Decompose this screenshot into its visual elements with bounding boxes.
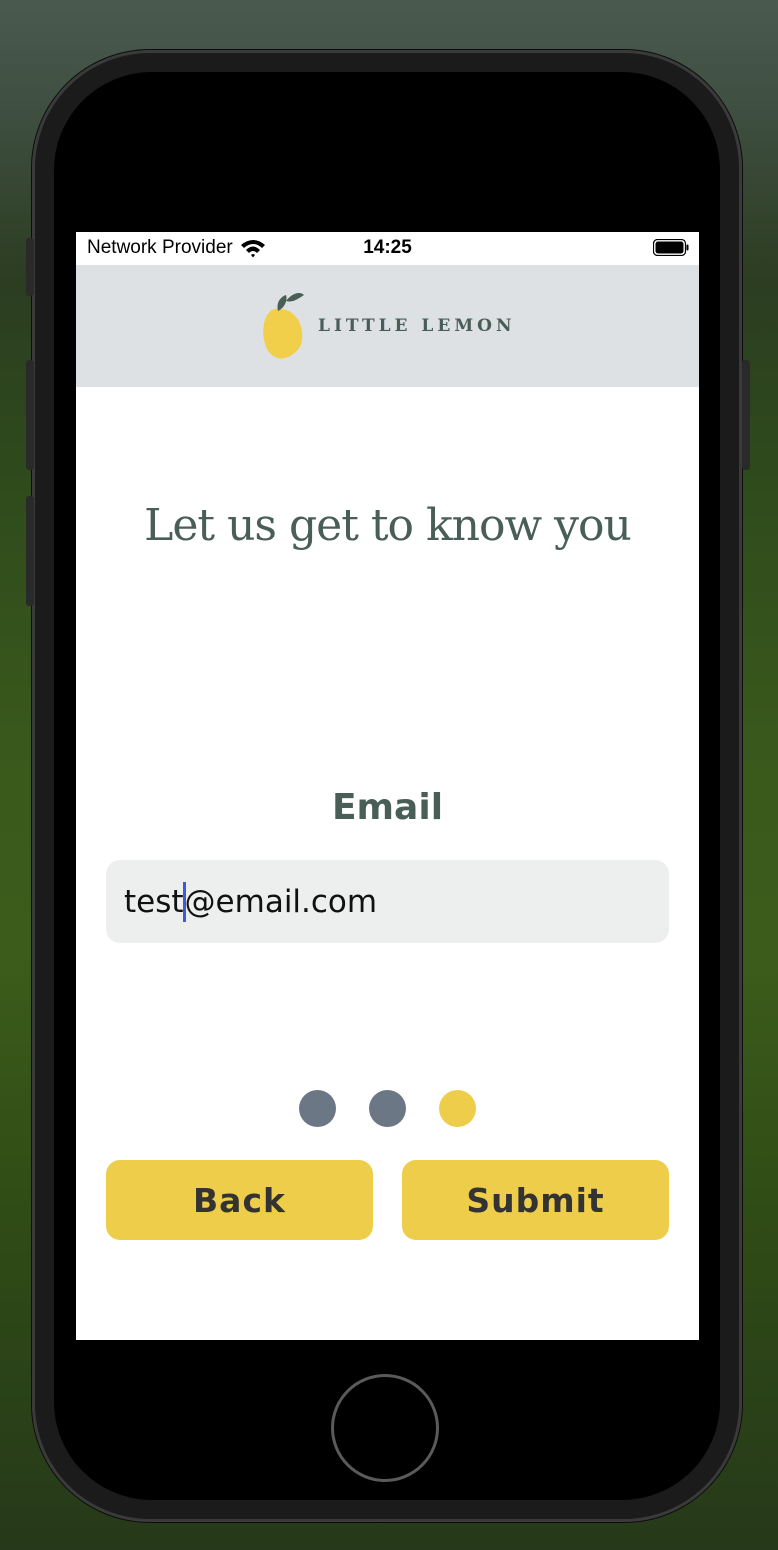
lemon-icon [263,293,304,359]
logo-text: LITTLE LEMON [318,316,516,336]
silent-switch [26,238,34,296]
page-dot [369,1090,406,1127]
email-field[interactable]: test @email.com [106,860,669,943]
submit-button[interactable]: Submit [402,1160,669,1240]
email-value-end: @email.com [184,883,378,920]
volume-up-button [26,360,34,470]
email-label: Email [331,787,444,828]
status-time: 14:25 [363,237,412,258]
back-button[interactable]: Back [106,1160,373,1240]
page-indicator [76,1090,699,1128]
volume-down-button [26,496,34,606]
little-lemon-logo: LITTLE LEMON [262,291,516,361]
email-value-start: test [124,883,184,920]
app-header: LITTLE LEMON [76,265,699,387]
battery-icon [653,239,689,256]
page-dot-active [439,1090,476,1127]
power-button [742,360,750,470]
app-screen: Network Provider 14:25 LITTLE LEMON Let … [76,232,699,1340]
home-button[interactable] [331,1374,439,1482]
page-dot [299,1090,336,1127]
status-bar: Network Provider 14:25 [76,232,699,265]
page-title: Let us get to know you [144,500,632,551]
